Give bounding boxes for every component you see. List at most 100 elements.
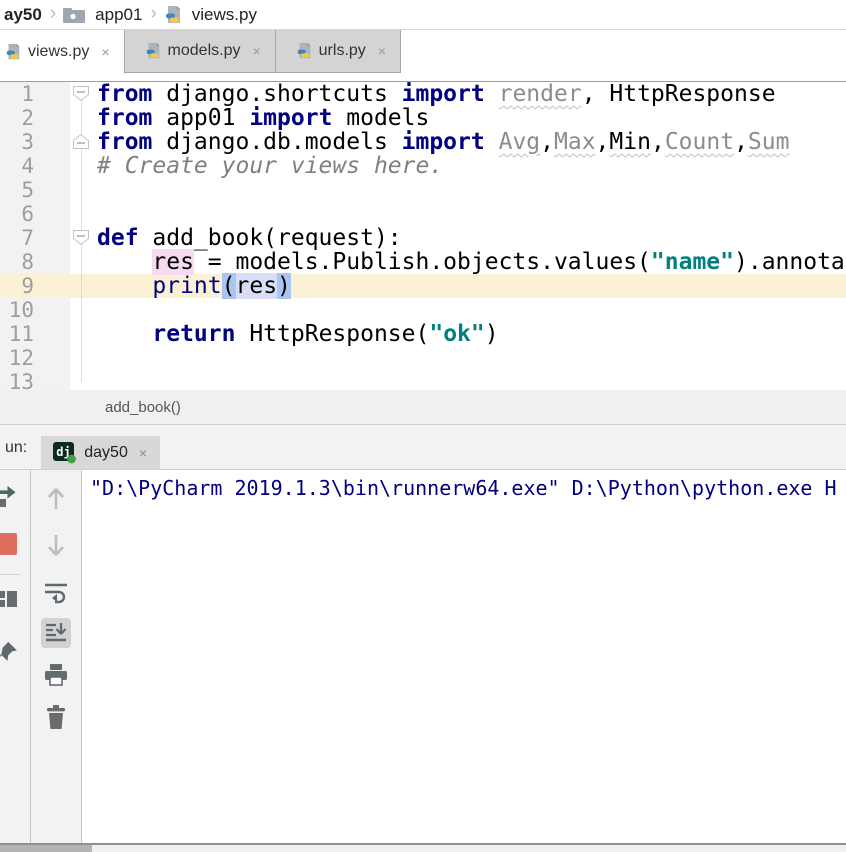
- code-segment[interactable]: import: [402, 82, 485, 107]
- close-icon[interactable]: ×: [139, 445, 147, 461]
- code-segment[interactable]: print: [152, 273, 221, 299]
- breadcrumb-label[interactable]: app01: [93, 5, 144, 25]
- code-segment[interactable]: django.db.models: [152, 129, 401, 155]
- code-segment[interactable]: [97, 321, 152, 347]
- breadcrumb-label[interactable]: views.py: [190, 5, 259, 25]
- code-segment[interactable]: res: [152, 249, 194, 275]
- code-text[interactable]: [70, 298, 97, 322]
- code-text[interactable]: res = models.Publish.objects.values("nam…: [70, 250, 845, 274]
- code-line[interactable]: 2from app01 import models: [0, 106, 846, 130]
- code-segment[interactable]: , HttpResponse: [582, 82, 776, 107]
- code-line[interactable]: 3from django.db.models import Avg,Max,Mi…: [0, 130, 846, 154]
- code-segment[interactable]: HttpResponse(: [235, 321, 429, 347]
- code-text[interactable]: print(res): [70, 274, 291, 298]
- code-segment[interactable]: "name": [651, 249, 734, 275]
- code-segment[interactable]: ): [485, 321, 499, 347]
- code-segment[interactable]: app01: [152, 105, 249, 131]
- code-segment[interactable]: # Create your views here.: [97, 153, 443, 179]
- code-segment[interactable]: return: [152, 321, 235, 347]
- run-tab-day50[interactable]: dj day50 ×: [41, 436, 160, 469]
- code-segment[interactable]: [97, 249, 152, 275]
- stop-icon[interactable]: [0, 532, 18, 556]
- breadcrumb-item-app01[interactable]: app01: [62, 5, 144, 25]
- code-text[interactable]: from django.shortcuts import render, Htt…: [70, 82, 776, 106]
- code-text[interactable]: [70, 202, 97, 226]
- code-segment[interactable]: ,: [540, 129, 554, 155]
- code-segment[interactable]: Max: [554, 129, 596, 155]
- code-text[interactable]: [70, 178, 97, 202]
- down-arrow-icon[interactable]: [44, 532, 68, 558]
- code-line[interactable]: 9 print(res): [0, 274, 846, 298]
- code-segment[interactable]: import: [402, 129, 485, 155]
- code-segment[interactable]: django.shortcuts: [152, 82, 401, 107]
- code-line[interactable]: 4# Create your views here.: [0, 154, 846, 178]
- run-console-output[interactable]: "D:\PyCharm 2019.1.3\bin\runnerw64.exe" …: [82, 470, 846, 843]
- tab-urls-py[interactable]: urls.py ×: [276, 30, 401, 73]
- code-editor[interactable]: 1from django.shortcuts import render, Ht…: [0, 82, 846, 390]
- code-segment[interactable]: = models.Publish.objects.values(: [194, 249, 651, 275]
- code-segment[interactable]: ).annota: [734, 249, 845, 275]
- code-segment[interactable]: res: [236, 273, 278, 299]
- restore-layout-icon[interactable]: [0, 588, 18, 610]
- code-segment[interactable]: [485, 82, 499, 107]
- code-segment[interactable]: (: [222, 273, 236, 299]
- code-line[interactable]: 7def add_book(request):: [0, 226, 846, 250]
- code-segment[interactable]: [97, 273, 152, 299]
- code-text[interactable]: [70, 370, 97, 390]
- code-line[interactable]: 12: [0, 346, 846, 370]
- code-line[interactable]: 8 res = models.Publish.objects.values("n…: [0, 250, 846, 274]
- tab-label[interactable]: views.py: [28, 43, 89, 61]
- horizontal-scrollbar[interactable]: [0, 843, 846, 852]
- breadcrumb-item-day50[interactable]: ay50: [2, 5, 44, 25]
- code-line[interactable]: 5: [0, 178, 846, 202]
- close-icon[interactable]: ×: [101, 44, 109, 60]
- code-segment[interactable]: Count: [665, 129, 734, 155]
- breadcrumb-item-views-py[interactable]: views.py: [163, 5, 259, 25]
- code-segment[interactable]: ): [277, 273, 291, 299]
- code-text[interactable]: def add_book(request):: [70, 226, 402, 250]
- code-segment[interactable]: import: [249, 105, 332, 131]
- close-icon[interactable]: ×: [252, 43, 260, 59]
- code-text[interactable]: from django.db.models import Avg,Max,Min…: [70, 130, 789, 154]
- tab-views-py[interactable]: views.py ×: [0, 30, 125, 74]
- code-segment[interactable]: ,: [734, 129, 748, 155]
- code-segment[interactable]: "ok": [429, 321, 484, 347]
- console-line[interactable]: "D:\PyCharm 2019.1.3\bin\runnerw64.exe" …: [90, 476, 846, 500]
- code-segment[interactable]: from: [97, 105, 152, 131]
- code-segment[interactable]: from: [97, 129, 152, 155]
- rerun-icon[interactable]: [0, 485, 20, 509]
- tab-models-py[interactable]: models.py ×: [125, 30, 276, 73]
- code-text[interactable]: # Create your views here.: [70, 154, 443, 178]
- scroll-to-end-icon[interactable]: [44, 621, 68, 645]
- code-segment[interactable]: ,: [596, 129, 610, 155]
- code-line[interactable]: 1from django.shortcuts import render, Ht…: [0, 82, 846, 106]
- code-text[interactable]: from app01 import models: [70, 106, 429, 130]
- up-arrow-icon[interactable]: [44, 486, 68, 512]
- code-segment[interactable]: add_book(request):: [139, 225, 402, 251]
- tab-label[interactable]: urls.py: [319, 42, 366, 60]
- breadcrumb-label[interactable]: ay50: [2, 5, 44, 25]
- code-segment[interactable]: render: [499, 82, 582, 107]
- code-segment[interactable]: [485, 129, 499, 155]
- code-segment[interactable]: from: [97, 82, 152, 107]
- code-segment[interactable]: Min: [609, 129, 651, 155]
- code-segment[interactable]: ,: [651, 129, 665, 155]
- pin-icon[interactable]: [0, 640, 18, 664]
- close-icon[interactable]: ×: [378, 43, 386, 59]
- code-line[interactable]: 11 return HttpResponse("ok"): [0, 322, 846, 346]
- code-line[interactable]: 6: [0, 202, 846, 226]
- print-icon[interactable]: [43, 663, 69, 687]
- code-text[interactable]: return HttpResponse("ok"): [70, 322, 499, 346]
- clear-trash-icon[interactable]: [44, 704, 68, 730]
- code-lines[interactable]: 1from django.shortcuts import render, Ht…: [0, 82, 846, 390]
- code-line[interactable]: 10: [0, 298, 846, 322]
- tab-label[interactable]: models.py: [168, 42, 241, 60]
- context-function-label[interactable]: add_book(): [105, 399, 181, 416]
- code-segment[interactable]: Sum: [748, 129, 790, 155]
- scrollbar-thumb[interactable]: [0, 845, 92, 852]
- code-segment[interactable]: Avg: [499, 129, 541, 155]
- run-tab-label[interactable]: day50: [84, 444, 128, 462]
- code-line[interactable]: 13: [0, 370, 846, 390]
- code-segment[interactable]: models: [332, 105, 429, 131]
- code-text[interactable]: [70, 346, 97, 370]
